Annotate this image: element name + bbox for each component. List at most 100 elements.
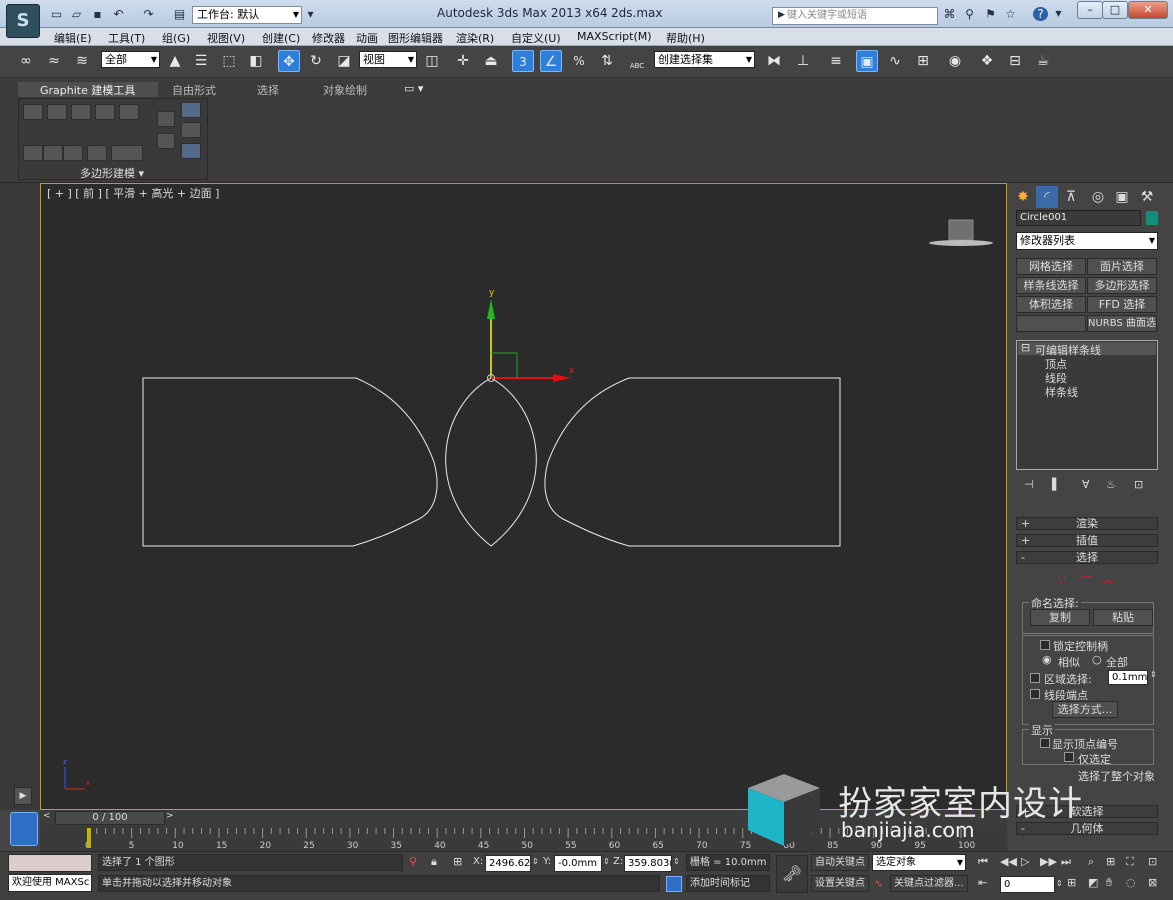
hierarchy-tab-icon[interactable]: ⊼ bbox=[1060, 186, 1082, 208]
render-setup-icon[interactable]: ❖ bbox=[976, 50, 998, 72]
quick-access-more-icon[interactable]: ▾ bbox=[303, 7, 318, 21]
tab-object-paint[interactable]: 对象绘制 bbox=[323, 82, 367, 97]
nurbs-surface-select-button[interactable]: NURBS 曲面选择 bbox=[1087, 315, 1157, 332]
favorites-star-icon[interactable]: ☆ bbox=[1003, 7, 1018, 21]
help-dropdown-icon[interactable]: ▼ bbox=[1051, 7, 1066, 21]
next-frame-icon[interactable]: > bbox=[166, 811, 174, 821]
stack-spline[interactable]: 样条线 bbox=[1045, 384, 1078, 400]
keyboard-shortcut-override-icon[interactable]: ⏏ bbox=[480, 50, 502, 72]
maxscript-listener-field[interactable]: 欢迎使用 MAXSc bbox=[8, 874, 92, 892]
collapse-icon[interactable]: ⊟ bbox=[1021, 341, 1030, 354]
ribbon-options-icon[interactable]: ▭ ▾ bbox=[404, 82, 423, 97]
current-frame-input[interactable]: 0 bbox=[1000, 876, 1055, 893]
goto-start-icon[interactable]: ⏮ bbox=[978, 854, 988, 872]
menu-help[interactable]: 帮助(H) bbox=[666, 30, 705, 46]
next-key-icon[interactable]: ▶▶ bbox=[1040, 854, 1057, 872]
time-config-icon[interactable]: ⊞ bbox=[1067, 875, 1076, 893]
key-mode-dropdown[interactable]: 选定对象 ▼ bbox=[872, 854, 966, 871]
key-filters-button[interactable]: 关键点过滤器... bbox=[890, 875, 968, 892]
unlink-icon[interactable]: ≈ bbox=[43, 50, 65, 72]
time-slider-thumb[interactable]: 0 / 100 bbox=[55, 811, 165, 825]
zoom-extents-icon[interactable]: ⛶ bbox=[1126, 854, 1134, 872]
auto-key-button[interactable]: 自动关键点 bbox=[811, 854, 869, 871]
percent-snap-icon[interactable]: % bbox=[568, 50, 590, 72]
align-icon[interactable]: ⊥ bbox=[792, 50, 814, 72]
modeling-tool-icon[interactable] bbox=[157, 111, 175, 127]
object-color-swatch[interactable] bbox=[1146, 211, 1158, 225]
time-tag-icon[interactable] bbox=[666, 876, 682, 892]
select-by-name-icon[interactable]: ☰ bbox=[190, 50, 212, 72]
save-icon[interactable]: ▪ bbox=[90, 7, 105, 21]
tab-graphite[interactable]: Graphite 建模工具 bbox=[18, 82, 158, 97]
named-selection-dropdown[interactable]: 创建选择集 ▼ bbox=[654, 51, 755, 68]
mesh-select-button[interactable]: 网格选择 bbox=[1016, 258, 1086, 275]
modeling-tool-icon[interactable] bbox=[181, 143, 201, 159]
menu-edit[interactable]: 编辑(E) bbox=[54, 30, 92, 46]
key-icon[interactable]: ⚲ bbox=[962, 7, 977, 21]
configure-modifier-sets-icon[interactable]: ⊡ bbox=[1134, 478, 1143, 491]
modeling-tool-icon[interactable] bbox=[181, 102, 201, 118]
modeling-tool-icon[interactable] bbox=[43, 145, 63, 161]
lock-handles-checkbox[interactable] bbox=[1040, 640, 1050, 650]
select-and-move-icon[interactable]: ✥ bbox=[278, 50, 300, 72]
binoculars-icon[interactable]: ⌘ bbox=[942, 7, 957, 21]
expand-arrow-icon[interactable]: ▶ bbox=[774, 8, 789, 22]
angle-snap-icon[interactable]: ∠ bbox=[540, 50, 562, 72]
close-button[interactable]: ✕ bbox=[1128, 1, 1168, 19]
workspace-dropdown[interactable]: 工作台: 默认 ▼ bbox=[192, 6, 302, 24]
select-manipulate-icon[interactable]: ✛ bbox=[452, 50, 474, 72]
modeling-tool-icon[interactable] bbox=[63, 145, 83, 161]
mirror-icon[interactable]: ⧓ bbox=[763, 50, 785, 72]
zoom-extents-all-icon[interactable]: ⊡ bbox=[1148, 854, 1157, 872]
create-tab-icon[interactable]: ✸ bbox=[1012, 186, 1034, 208]
y-coord-input[interactable]: -0.0mm bbox=[554, 855, 602, 872]
tab-selection[interactable]: 选择 bbox=[257, 82, 279, 97]
maximize-button[interactable]: □ bbox=[1102, 1, 1128, 19]
reference-coordinate-dropdown[interactable]: 视图 ▼ bbox=[359, 51, 417, 68]
tab-freeform[interactable]: 自由形式 bbox=[172, 82, 216, 97]
pivot-center-icon[interactable]: ◫ bbox=[421, 50, 443, 72]
zoom-icon[interactable]: ⌕ bbox=[1088, 854, 1094, 872]
link-icon[interactable]: ∞ bbox=[15, 50, 37, 72]
prev-key-icon[interactable]: ◀◀ bbox=[1000, 854, 1017, 872]
spinner-icon[interactable]: ⇕ bbox=[673, 854, 680, 872]
modeling-tool-icon[interactable] bbox=[181, 122, 201, 138]
snaps-toggle-icon[interactable]: 3 bbox=[512, 50, 534, 72]
material-editor-icon[interactable]: ◉ bbox=[944, 50, 966, 72]
area-select-input[interactable]: 0.1mm bbox=[1108, 670, 1148, 685]
panel-label[interactable]: 多边形建模 ▾ bbox=[80, 165, 144, 181]
absolute-mode-icon[interactable]: ⊞ bbox=[453, 854, 462, 872]
menu-group[interactable]: 组(G) bbox=[162, 30, 190, 46]
key-mode-toggle-icon[interactable]: ⇤ bbox=[978, 875, 987, 893]
empty-modifier-button[interactable] bbox=[1016, 315, 1086, 332]
curve-editor-icon[interactable]: ∿ bbox=[884, 50, 906, 72]
copy-button[interactable]: 复制 bbox=[1030, 609, 1090, 626]
graphite-toggle-icon[interactable]: ▣ bbox=[856, 50, 878, 72]
edit-named-selection-icon[interactable]: ABC bbox=[626, 50, 648, 72]
rectangular-selection-icon[interactable]: ⬚ bbox=[218, 50, 240, 72]
area-select-checkbox[interactable] bbox=[1030, 673, 1040, 683]
selected-only-checkbox[interactable] bbox=[1064, 752, 1074, 762]
z-coord-input[interactable]: 359.803m bbox=[624, 855, 672, 872]
select-and-scale-icon[interactable]: ◪ bbox=[333, 50, 355, 72]
undo-icon[interactable]: ↶ bbox=[111, 7, 126, 21]
select-and-rotate-icon[interactable]: ↻ bbox=[305, 50, 327, 72]
select-object-icon[interactable]: ▲ bbox=[164, 50, 186, 72]
selection-lock-icon[interactable]: 🔒︎ bbox=[431, 854, 437, 872]
select-by-button[interactable]: 选择方式... bbox=[1052, 701, 1118, 718]
modeling-tool-icon[interactable] bbox=[47, 104, 67, 120]
isolate-selection-icon[interactable]: ⚲ bbox=[409, 854, 417, 872]
set-key-icon[interactable]: 🗝︎ bbox=[776, 855, 808, 893]
motion-tab-icon[interactable]: ◎ bbox=[1087, 186, 1109, 208]
orbit-icon[interactable]: ◌ bbox=[1126, 875, 1136, 893]
menu-rendering[interactable]: 渲染(R) bbox=[456, 30, 494, 46]
modifier-list-dropdown[interactable]: 修改器列表 ▼ bbox=[1016, 232, 1158, 250]
utilities-tab-icon[interactable]: ⚒ bbox=[1136, 186, 1158, 208]
similar-radio[interactable]: ◉ bbox=[1042, 653, 1052, 666]
modify-tab-icon[interactable]: ◜ bbox=[1036, 186, 1058, 208]
mini-listener-icon[interactable] bbox=[10, 812, 38, 846]
time-cursor[interactable] bbox=[87, 828, 91, 848]
spline-mode-icon[interactable]: 〰 bbox=[1102, 573, 1114, 590]
app-logo-icon[interactable]: S bbox=[6, 4, 40, 38]
patch-select-button[interactable]: 面片选择 bbox=[1087, 258, 1157, 275]
